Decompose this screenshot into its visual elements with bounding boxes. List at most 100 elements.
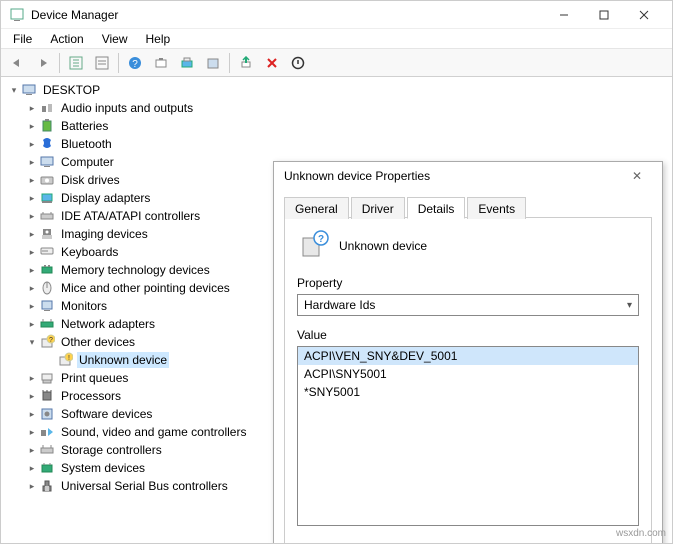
tree-item-label: System devices (59, 460, 147, 476)
tree-item[interactable]: ▸ Bluetooth (7, 135, 666, 153)
tree-item-label: Network adapters (59, 316, 157, 332)
tree-item-label: Bluetooth (59, 136, 114, 152)
chevron-right-icon[interactable]: ▸ (25, 245, 39, 259)
chevron-right-icon[interactable]: ▸ (25, 371, 39, 385)
device-category-icon (39, 460, 55, 476)
menu-action[interactable]: Action (42, 30, 91, 48)
tree-item[interactable]: ▸Audio inputs and outputs (7, 99, 666, 117)
computer-icon (21, 82, 37, 98)
help-button[interactable]: ? (123, 52, 147, 74)
menu-view[interactable]: View (94, 30, 136, 48)
tab-driver[interactable]: Driver (351, 197, 405, 219)
device-category-icon (39, 208, 55, 224)
chevron-right-icon[interactable]: ▸ (25, 227, 39, 241)
device-category-icon (39, 118, 55, 134)
device-manager-window: Device Manager File Action View Help ? (0, 0, 673, 544)
device-category-icon (39, 478, 55, 494)
disable-device-button[interactable] (286, 52, 310, 74)
device-category-icon (39, 262, 55, 278)
device-category-icon (39, 442, 55, 458)
minimize-button[interactable] (544, 4, 584, 26)
device-category-icon (39, 172, 55, 188)
tab-panel-details: ? Unknown device Property Hardware Ids ▾… (284, 218, 652, 544)
forward-button[interactable] (31, 52, 55, 74)
menu-help[interactable]: Help (138, 30, 179, 48)
add-legacy-button[interactable] (201, 52, 225, 74)
tree-item-label: Memory technology devices (59, 262, 212, 278)
chevron-right-icon[interactable]: ▸ (25, 299, 39, 313)
unknown-device-icon: ? (297, 230, 329, 262)
properties-dialog: Unknown device Properties ✕ General Driv… (273, 161, 663, 544)
device-name: Unknown device (339, 239, 427, 253)
svg-text:?: ? (318, 234, 324, 245)
tree-item[interactable]: ▸ Batteries (7, 117, 666, 135)
tree-item-label: Monitors (59, 298, 109, 314)
update-driver-button[interactable] (175, 52, 199, 74)
menu-file[interactable]: File (5, 30, 40, 48)
device-category-icon (39, 388, 55, 404)
tree-item-label: Other devices (59, 334, 137, 350)
chevron-right-icon[interactable]: ▸ (25, 119, 39, 133)
device-category-icon (39, 280, 55, 296)
chevron-right-icon[interactable]: ▸ (25, 461, 39, 475)
tree-item-label: Processors (59, 388, 123, 404)
chevron-right-icon[interactable]: ▸ (25, 443, 39, 457)
tree-item-label: Print queues (59, 370, 130, 386)
device-category-icon (39, 190, 55, 206)
device-category-icon (39, 244, 55, 260)
tree-item-label: Unknown device (77, 352, 169, 368)
chevron-right-icon[interactable]: ▸ (25, 281, 39, 295)
tree-item-label: Sound, video and game controllers (59, 424, 248, 440)
chevron-right-icon[interactable]: ▸ (25, 317, 39, 331)
tree-item-label: Disk drives (59, 172, 122, 188)
device-header: ? Unknown device (297, 230, 639, 262)
watermark: wsxdn.com (616, 528, 666, 539)
toolbar: ? (1, 49, 672, 77)
tree-item-label: Mice and other pointing devices (59, 280, 232, 296)
chevron-right-icon[interactable]: ▸ (25, 209, 39, 223)
value-item[interactable]: *SNY5001 (298, 383, 638, 401)
menubar: File Action View Help (1, 29, 672, 49)
tree-item-label: Batteries (59, 118, 110, 134)
tree-item-label: Keyboards (59, 244, 120, 260)
tab-events[interactable]: Events (467, 197, 526, 219)
chevron-right-icon[interactable]: ▸ (25, 191, 39, 205)
maximize-button[interactable] (584, 4, 624, 26)
chevron-right-icon[interactable]: ▸ (25, 173, 39, 187)
device-category-icon (39, 298, 55, 314)
chevron-right-icon[interactable]: ▸ (25, 101, 39, 115)
chevron-right-icon[interactable]: ▸ (25, 155, 39, 169)
tree-item-label: Imaging devices (59, 226, 150, 242)
chevron-right-icon[interactable]: ▸ (25, 425, 39, 439)
uninstall-device-button[interactable] (260, 52, 284, 74)
tree-root[interactable]: ▾ DESKTOP (7, 81, 666, 99)
tree-item-label: Display adapters (59, 190, 152, 206)
properties-button[interactable] (90, 52, 114, 74)
chevron-down-icon[interactable]: ▾ (7, 83, 21, 97)
chevron-right-icon[interactable]: ▸ (25, 137, 39, 151)
dialog-close-button[interactable]: ✕ (622, 169, 652, 183)
window-title: Device Manager (31, 8, 544, 22)
svg-text:!: ! (68, 355, 70, 362)
close-button[interactable] (624, 4, 664, 26)
device-category-icon: ? (39, 334, 55, 350)
show-hide-tree-button[interactable] (64, 52, 88, 74)
chevron-right-icon[interactable]: ▸ (25, 389, 39, 403)
chevron-down-icon[interactable]: ▾ (25, 335, 39, 349)
device-category-icon (39, 406, 55, 422)
scan-hardware-button[interactable] (149, 52, 173, 74)
tabbar: General Driver Details Events (284, 196, 652, 218)
value-item[interactable]: ACPI\VEN_SNY&DEV_5001 (298, 347, 638, 365)
chevron-right-icon[interactable]: ▸ (25, 407, 39, 421)
chevron-right-icon[interactable]: ▸ (25, 263, 39, 277)
value-item[interactable]: ACPI\SNY5001 (298, 365, 638, 383)
enable-device-button[interactable] (234, 52, 258, 74)
back-button[interactable] (5, 52, 29, 74)
chevron-right-icon[interactable]: ▸ (25, 479, 39, 493)
unknown-device-icon: ! (57, 352, 73, 368)
property-select[interactable]: Hardware Ids ▾ (297, 294, 639, 316)
value-listbox[interactable]: ACPI\VEN_SNY&DEV_5001 ACPI\SNY5001 *SNY5… (297, 346, 639, 526)
tab-general[interactable]: General (284, 197, 349, 219)
tab-details[interactable]: Details (407, 197, 466, 219)
spacer (43, 353, 57, 367)
